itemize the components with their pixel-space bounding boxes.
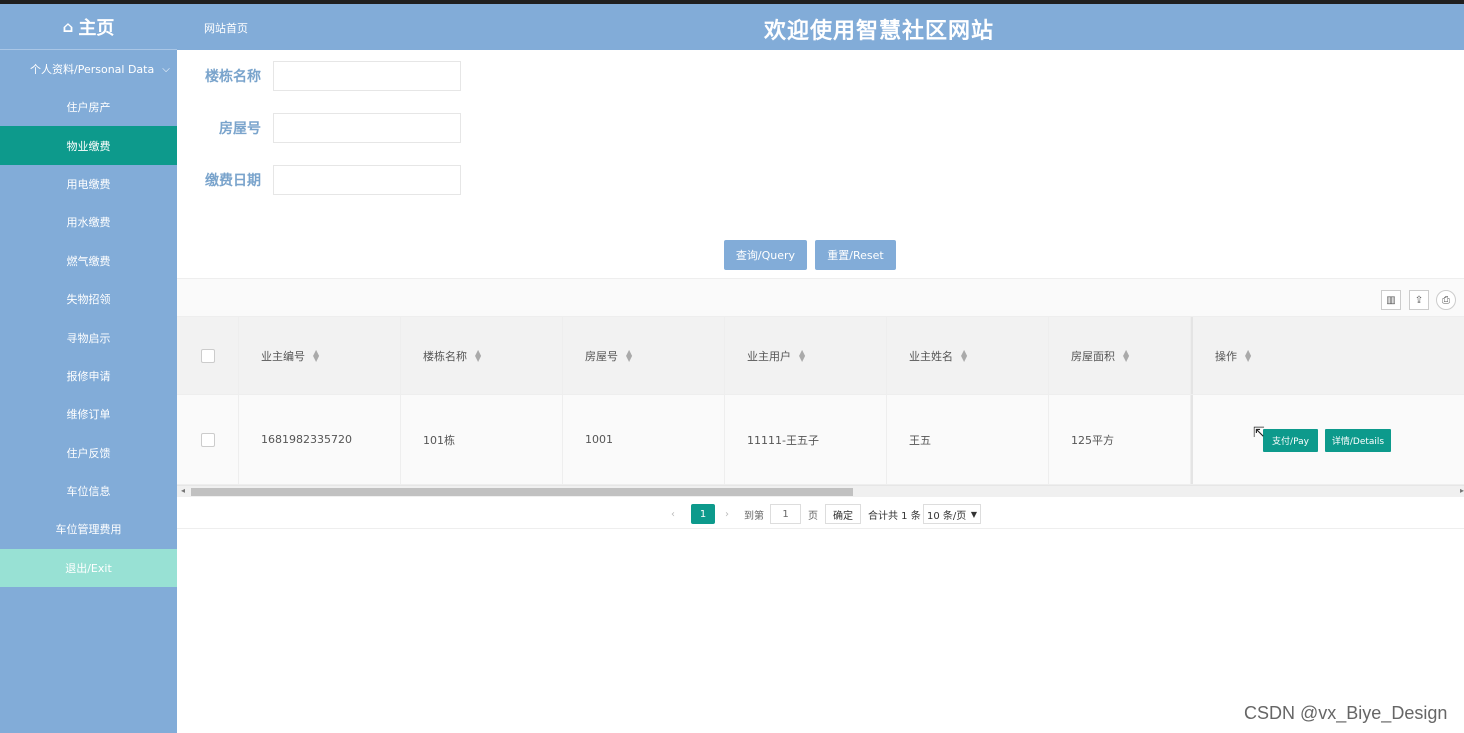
form-row-room: 房屋号 (177, 113, 461, 143)
sidebar-item-property-fee[interactable]: 物业缴费 (0, 126, 177, 165)
table-row: 1681982335720 101栋 1001 11111-王五子 王五 125… (177, 395, 1464, 485)
sort-icon[interactable]: ▲ ▼ (475, 348, 481, 362)
cell-area: 125平方 (1049, 395, 1191, 484)
row-checkbox-cell (177, 395, 239, 484)
pay-button[interactable]: 支付/Pay (1263, 429, 1318, 452)
print-icon[interactable]: ⎙ (1436, 290, 1456, 310)
sidebar-item-water-fee[interactable]: 用水缴费 (0, 203, 177, 241)
room-number-label: 房屋号 (219, 121, 261, 137)
chevron-down-icon: ⌵ (162, 63, 170, 75)
sort-icon[interactable]: ▲ ▼ (1123, 348, 1129, 362)
sidebar: 个人资料/Personal Data ⌵ 住户房产 物业缴费 用电缴费 用水缴费… (0, 50, 177, 733)
scroll-left-icon[interactable]: ◂ (181, 486, 185, 495)
watermark: CSDN @vx_Biye_Design (1244, 703, 1448, 723)
pagination: ‹ 1 › 到第 1 页 确定 合计共 1 条 10 条/页 ▼ (177, 499, 1464, 529)
next-page-icon[interactable]: › (725, 504, 729, 524)
column-header-owner-name[interactable]: 业主姓名 ▲ ▼ (887, 317, 1049, 394)
goto-suffix: 页 (808, 510, 818, 522)
sidebar-item-lost-notice[interactable]: 寻物启示 (0, 318, 177, 356)
building-name-label: 楼栋名称 (205, 69, 261, 85)
column-header-owner-id[interactable]: 业主编号 ▲ ▼ (239, 317, 401, 394)
logo-text: 主页 (78, 17, 115, 39)
sidebar-item-repair-request[interactable]: 报修申请 (0, 357, 177, 395)
prev-page-icon[interactable]: ‹ (671, 504, 675, 524)
sidebar-item-feedback[interactable]: 住户反馈 (0, 434, 177, 472)
details-button[interactable]: 详情/Details (1325, 429, 1391, 452)
sidebar-group-label: 个人资料/Personal Data (30, 63, 155, 76)
reset-button[interactable]: 重置/Reset (815, 240, 896, 270)
building-name-input[interactable] (273, 61, 461, 91)
payment-date-input[interactable] (273, 165, 461, 195)
sidebar-item-exit[interactable]: 退出/Exit (0, 548, 177, 588)
row-checkbox[interactable] (200, 432, 215, 447)
sidebar-item-household-property[interactable]: 住户房产 (0, 88, 177, 126)
sidebar-item-gas-fee[interactable]: 燃气缴费 (0, 242, 177, 280)
cell-building: 101栋 (401, 395, 563, 484)
goto-confirm-button[interactable]: 确定 (825, 504, 861, 524)
sidebar-item-lost-and-found[interactable]: 失物招领 (0, 280, 177, 318)
header-bar: ⌂ 主页 网站首页 欢迎使用智慧社区网站 (0, 4, 1464, 50)
column-label: 业主编号 (261, 349, 305, 363)
table-toolbar: ▥ ⇪ ⎙ (177, 278, 1464, 317)
scrollbar-thumb[interactable] (191, 488, 853, 496)
goto-prefix: 到第 (744, 510, 764, 522)
column-header-building[interactable]: 楼栋名称 ▲ ▼ (401, 317, 563, 394)
sidebar-item-parking-info[interactable]: 车位信息 (0, 472, 177, 510)
home-logo[interactable]: ⌂ 主页 (0, 4, 177, 50)
horizontal-scrollbar[interactable]: ◂ ▸ (177, 485, 1464, 497)
column-label: 楼栋名称 (423, 349, 467, 363)
page-button-current[interactable]: 1 (691, 504, 715, 524)
sidebar-item-parking-fee[interactable]: 车位管理费用 (0, 510, 177, 548)
chevron-down-icon: ▼ (970, 509, 977, 519)
column-label: 业主姓名 (909, 349, 953, 363)
select-all-checkbox[interactable] (200, 348, 215, 363)
page-size-select[interactable]: 10 条/页 ▼ (923, 504, 981, 524)
sort-icon[interactable]: ▲ ▼ (799, 348, 805, 362)
breadcrumb-home[interactable]: 网站首页 (204, 20, 248, 36)
sidebar-group-personal-data[interactable]: 个人资料/Personal Data ⌵ (0, 50, 177, 88)
columns-filter-icon[interactable]: ▥ (1381, 290, 1401, 310)
cell-actions: 支付/Pay 详情/Details (1191, 395, 1464, 484)
form-row-date: 缴费日期 (177, 165, 461, 195)
total-count: 合计共 1 条 (868, 510, 921, 522)
goto-page-input[interactable]: 1 (770, 504, 801, 524)
site-title: 欢迎使用智慧社区网站 (764, 19, 995, 44)
column-label: 操作 (1215, 349, 1237, 363)
scroll-right-icon[interactable]: ▸ (1460, 486, 1464, 495)
header-checkbox-cell (177, 317, 239, 394)
sidebar-item-electricity-fee[interactable]: 用电缴费 (0, 165, 177, 203)
cell-owner-user: 11111-王五子 (725, 395, 887, 484)
sidebar-item-repair-orders[interactable]: 维修订单 (0, 395, 177, 433)
cell-owner-id: 1681982335720 (239, 395, 401, 484)
export-icon[interactable]: ⇪ (1409, 290, 1429, 310)
column-header-room[interactable]: 房屋号 ▲ ▼ (563, 317, 725, 394)
cell-owner-name: 王五 (887, 395, 1049, 484)
main-content: 楼栋名称 房屋号 缴费日期 查询/Query 重置/Reset ▥ ⇪ ⎙ 业主… (177, 50, 1464, 733)
column-header-owner-user[interactable]: 业主用户 ▲ ▼ (725, 317, 887, 394)
sort-icon[interactable]: ▲ ▼ (313, 348, 319, 362)
column-label: 房屋号 (585, 349, 618, 363)
query-button[interactable]: 查询/Query (724, 240, 807, 270)
room-number-input[interactable] (273, 113, 461, 143)
cell-room: 1001 (563, 395, 725, 484)
page-size-value: 10 条/页 (927, 510, 967, 522)
payment-date-label: 缴费日期 (205, 173, 261, 189)
column-header-actions[interactable]: 操作 ▲ ▼ (1191, 317, 1464, 394)
sort-icon[interactable]: ▲ ▼ (961, 348, 967, 362)
table-header-row: 业主编号 ▲ ▼ 楼栋名称 ▲ ▼ 房屋号 ▲ ▼ 业主用户 ▲ ▼ 业主姓名 ▲ ▼ 房屋面积 ▲ ▼… (177, 317, 1464, 395)
form-row-building: 楼栋名称 (177, 61, 461, 91)
data-table: 业主编号 ▲ ▼ 楼栋名称 ▲ ▼ 房屋号 ▲ ▼ 业主用户 ▲ ▼ 业主姓名 ▲ ▼ 房屋面积 ▲ ▼… (177, 317, 1464, 485)
sort-icon[interactable]: ▲ ▼ (626, 348, 632, 362)
column-label: 业主用户 (747, 349, 791, 363)
sort-icon[interactable]: ▲ ▼ (1245, 348, 1251, 362)
column-label: 房屋面积 (1071, 349, 1115, 363)
column-header-area[interactable]: 房屋面积 ▲ ▼ (1049, 317, 1191, 394)
home-icon: ⌂ (62, 17, 74, 36)
mouse-cursor-icon: ⇱ (1253, 425, 1265, 441)
